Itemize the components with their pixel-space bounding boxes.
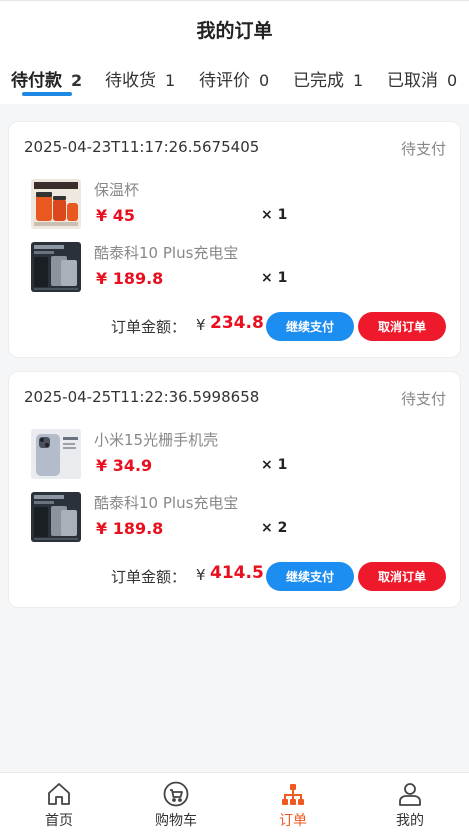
product-price: ¥ 45: [96, 206, 135, 225]
cancel-order-button[interactable]: 取消订单: [358, 562, 446, 591]
product-name: 酷泰科10 Plus充电宝: [94, 244, 239, 262]
order-icon: [282, 784, 304, 805]
order-time: 2025-04-25T11:22:36.5998658: [24, 388, 260, 406]
tabbar-label: 我的: [396, 813, 424, 829]
order-status: 待支付: [400, 140, 446, 158]
order-total-currency: ¥: [196, 316, 206, 334]
product-thumbnail-power-bank: [31, 242, 81, 292]
order-item[interactable]: 酷泰科10 Plus充电宝 ¥ 189.8 × 2: [31, 492, 451, 544]
user-icon: [399, 783, 421, 806]
order-summary: 订单金额： ¥ 234.8 继续支付 取消订单: [9, 310, 460, 341]
order-time: 2025-04-23T11:17:26.5675405: [24, 138, 260, 156]
page-header: 我的订单: [0, 0, 469, 58]
order-item[interactable]: 酷泰科10 Plus充电宝 ¥ 189.8 × 1: [31, 242, 451, 294]
cancel-order-button[interactable]: 取消订单: [358, 312, 446, 341]
order-card[interactable]: 2025-04-23T11:17:26.5675405 待支付 保温杯 ¥ 45…: [8, 121, 461, 358]
order-status-tabs: 待付款 2 待收货 1 待评价 0 已完成 1 已取消 0: [0, 58, 469, 104]
tab-pending-receipt[interactable]: 待收货 1: [105, 66, 175, 91]
order-total-label: 订单金额：: [111, 318, 187, 336]
order-card[interactable]: 2025-04-25T11:22:36.5998658 待支付 小米15光栅手机…: [8, 371, 461, 608]
product-thumbnail-power-bank: [31, 492, 81, 542]
tabbar-home[interactable]: 首页: [14, 773, 104, 835]
bottom-tab-bar: 首页 购物车 订单 我的: [0, 772, 469, 835]
home-icon: [48, 783, 70, 805]
order-total-currency: ¥: [196, 566, 206, 584]
tabbar-cart[interactable]: 购物车: [131, 773, 221, 835]
active-tab-indicator: [22, 92, 72, 96]
tabbar-profile[interactable]: 我的: [365, 773, 455, 835]
product-price: ¥ 34.9: [96, 456, 153, 475]
tab-count: 1: [165, 71, 176, 90]
product-price: ¥ 189.8: [96, 269, 164, 288]
product-name: 小米15光栅手机壳: [94, 431, 219, 449]
product-name: 保温杯: [94, 181, 140, 199]
product-thumbnail-thermos: [31, 179, 81, 229]
order-total-amount: 414.5: [210, 563, 264, 583]
tab-completed[interactable]: 已完成 1: [293, 66, 363, 91]
tabbar-label: 购物车: [155, 813, 197, 829]
tab-cancelled[interactable]: 已取消 0: [387, 66, 457, 91]
tabbar-orders[interactable]: 订单: [248, 773, 338, 835]
tab-count: 1: [353, 71, 364, 90]
product-thumbnail-phone-case: [31, 429, 81, 479]
page-title: 我的订单: [196, 20, 273, 42]
tab-label: 已完成: [293, 71, 344, 91]
order-total-label: 订单金额：: [111, 568, 187, 586]
continue-payment-button[interactable]: 继续支付: [266, 562, 354, 591]
tab-label: 待付款: [11, 71, 62, 91]
tab-label: 待评价: [199, 71, 250, 91]
tab-pending-payment[interactable]: 待付款 2: [11, 66, 82, 91]
tab-count: 0: [259, 71, 270, 90]
tabbar-label: 首页: [45, 813, 73, 829]
order-item[interactable]: 小米15光栅手机壳 ¥ 34.9 × 1: [31, 429, 451, 481]
tabbar-label: 订单: [279, 813, 307, 829]
continue-payment-button[interactable]: 继续支付: [266, 312, 354, 341]
tab-pending-review[interactable]: 待评价 0: [199, 66, 269, 91]
tab-label: 已取消: [387, 71, 438, 91]
product-price: ¥ 189.8: [96, 519, 164, 538]
cart-icon: [163, 781, 189, 807]
product-quantity: × 1: [261, 270, 288, 286]
product-name: 酷泰科10 Plus充电宝: [94, 494, 239, 512]
tab-count: 0: [447, 71, 458, 90]
product-quantity: × 1: [261, 457, 288, 473]
product-quantity: × 1: [261, 207, 288, 223]
order-summary: 订单金额： ¥ 414.5 继续支付 取消订单: [9, 560, 460, 591]
product-quantity: × 2: [261, 520, 288, 536]
order-status: 待支付: [400, 390, 446, 408]
order-item[interactable]: 保温杯 ¥ 45 × 1: [31, 179, 451, 231]
order-total-amount: 234.8: [210, 313, 264, 333]
tab-label: 待收货: [105, 71, 156, 91]
tab-count: 2: [71, 71, 83, 90]
